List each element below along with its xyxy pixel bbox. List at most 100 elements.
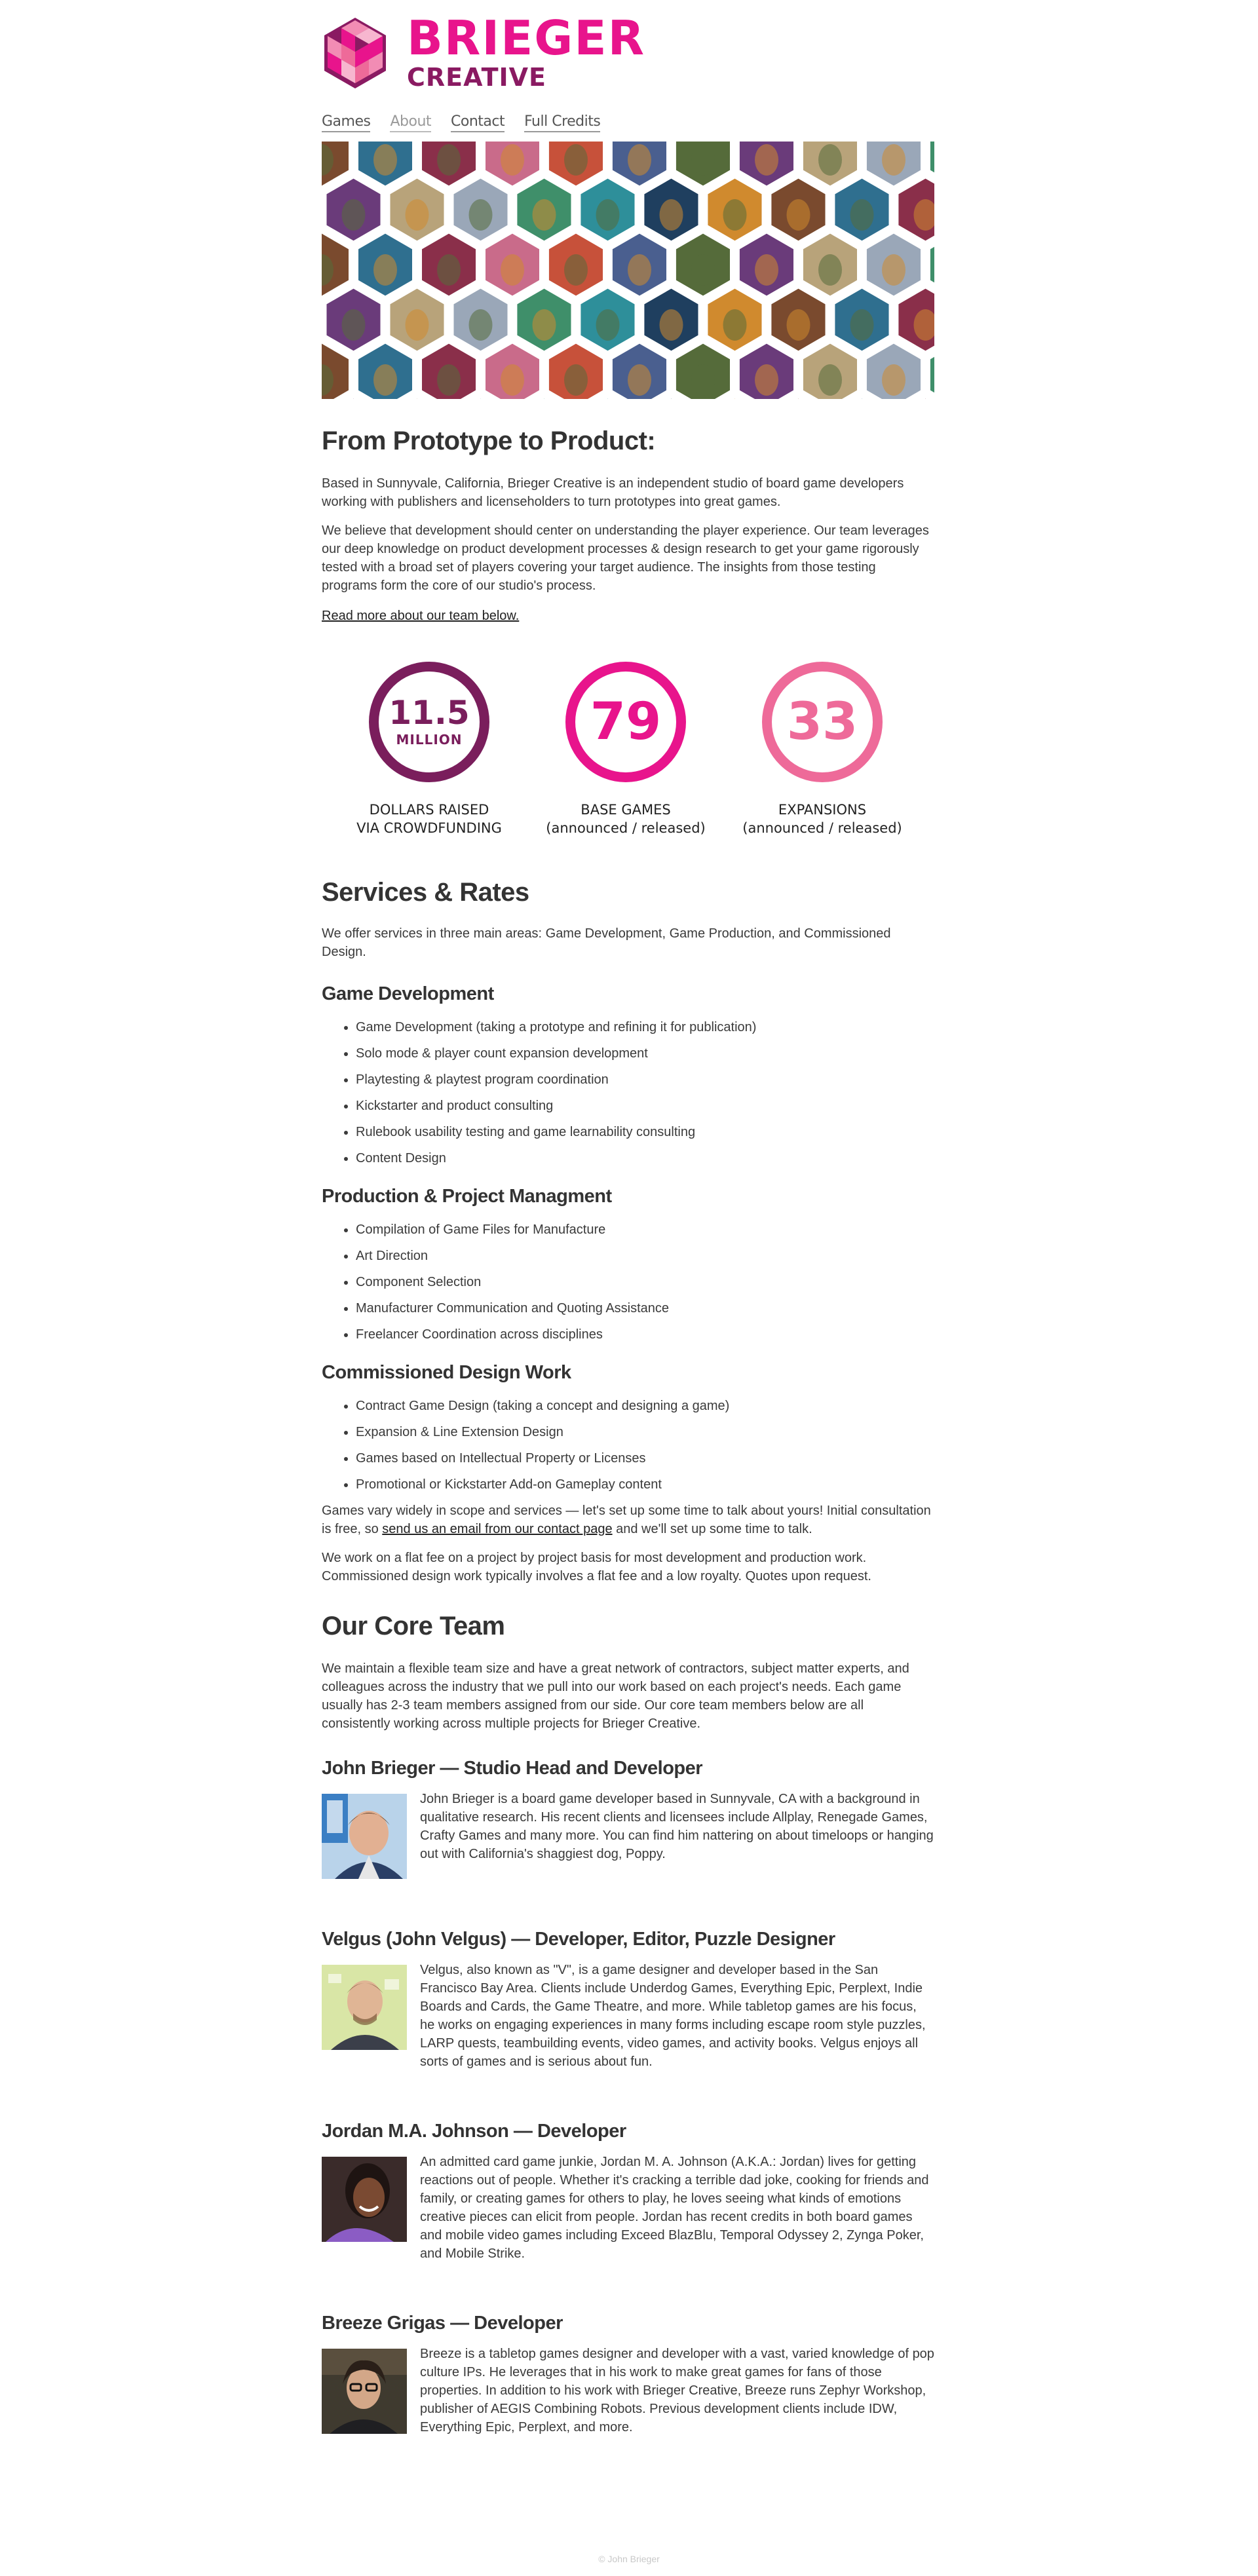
list-item: Expansion & Line Extension Design xyxy=(356,1423,934,1441)
member-photo xyxy=(322,2349,407,2434)
banner-hex-art xyxy=(468,199,493,231)
service-list-production: Compilation of Game Files for Manufactur… xyxy=(322,1221,934,1344)
banner-hex-art xyxy=(501,254,524,286)
banner-hex-art xyxy=(501,144,524,176)
stat-number: 11.5 xyxy=(389,694,470,732)
list-item: Art Direction xyxy=(356,1247,934,1265)
brand-name: BRIEGER xyxy=(407,10,646,66)
banner-hex-art xyxy=(659,199,683,231)
banner-hex-art xyxy=(723,309,747,341)
service-group-title: Production & Project Managment xyxy=(322,1186,612,1207)
banner-hex-art xyxy=(659,309,683,341)
services-intro: We offer services in three main areas: G… xyxy=(322,926,891,959)
service-list-commissioned: Contract Game Design (taking a concept a… xyxy=(322,1397,934,1494)
game-art-banner xyxy=(322,142,934,399)
member-bio: Velgus, also known as "V", is a game des… xyxy=(420,1963,926,2069)
banner-hex-art xyxy=(437,364,461,396)
list-item: Content Design xyxy=(356,1149,934,1167)
banner-hex-art xyxy=(532,199,556,231)
service-list-development: Game Development (taking a prototype and… xyxy=(322,1018,934,1167)
stat-base-games: 79 BASE GAMES (announced / released) xyxy=(527,662,724,837)
team-member-breeze: Breeze is a tabletop games designer and … xyxy=(322,2347,934,2436)
list-item: Promotional or Kickstarter Add-on Gamepl… xyxy=(356,1475,934,1494)
stat-circle: 79 xyxy=(565,662,686,782)
stat-label-line1: EXPANSIONS xyxy=(778,802,867,818)
intro-paragraph-1: Based in Sunnyvale, California, Brieger … xyxy=(322,476,904,509)
brand-logo[interactable]: BRIEGER CREATIVE xyxy=(322,14,934,92)
banner-hex-art xyxy=(818,144,842,176)
nav-games-link[interactable]: Games xyxy=(322,113,371,132)
banner-hex-art xyxy=(786,199,810,231)
banner-hex-art xyxy=(691,364,715,396)
banner-hex-art xyxy=(468,309,493,341)
team-member-velgus: Velgus, also known as "V", is a game des… xyxy=(322,1963,934,2071)
banner-hex-art xyxy=(373,254,397,286)
contact-page-link[interactable]: send us an email from our contact page xyxy=(382,1522,612,1536)
member-bio: Breeze is a tabletop games designer and … xyxy=(420,2347,934,2434)
list-item: Manufacturer Communication and Quoting A… xyxy=(356,1299,934,1317)
member-photo xyxy=(322,1965,407,2050)
banner-hex-art xyxy=(691,144,715,176)
stat-label-line2: VIA CROWDFUNDING xyxy=(356,820,502,836)
stat-label: DOLLARS RAISED VIA CROWDFUNDING xyxy=(356,801,502,837)
banner-hex-art xyxy=(628,254,651,286)
stat-label-line2: (announced / released) xyxy=(546,820,706,836)
banner-hex-art xyxy=(341,199,366,231)
member-bio: John Brieger is a board game developer b… xyxy=(420,1792,934,1861)
footer-copyright: © John Brieger xyxy=(598,2554,660,2564)
stat-unit: MILLION xyxy=(396,732,463,748)
stat-label-line1: BASE GAMES xyxy=(581,802,671,818)
list-item: Game Development (taking a prototype and… xyxy=(356,1018,934,1036)
banner-hex-art xyxy=(755,254,778,286)
stat-crowdfunding: 11.5 MILLION DOLLARS RAISED VIA CROWDFUN… xyxy=(331,662,527,837)
banner-hex-art xyxy=(628,364,651,396)
nav-contact-link[interactable]: Contact xyxy=(451,113,505,132)
team-heading: Our Core Team xyxy=(322,1612,505,1640)
stat-label: BASE GAMES (announced / released) xyxy=(546,801,705,837)
banner-hex-art xyxy=(882,254,905,286)
list-item: Rulebook usability testing and game lear… xyxy=(356,1123,934,1141)
banner-hex-art xyxy=(596,309,620,341)
banner-hex-art xyxy=(818,254,842,286)
list-item: Games based on Intellectual Property or … xyxy=(356,1449,934,1468)
banner-hex-art xyxy=(373,364,397,396)
banner-hex-art xyxy=(628,144,651,176)
scope-text-end: and we'll set up some time to talk. xyxy=(612,1522,812,1536)
nav-about-link[interactable]: About xyxy=(390,113,432,132)
member-name: Jordan M.A. Johnson — Developer xyxy=(322,2121,626,2142)
banner-hex-art xyxy=(723,199,747,231)
list-item: Kickstarter and product consulting xyxy=(356,1097,934,1115)
service-group-title: Commissioned Design Work xyxy=(322,1362,571,1383)
service-group-title: Game Development xyxy=(322,983,494,1004)
brand-subtitle: CREATIVE xyxy=(407,63,546,92)
banner-hex-art xyxy=(405,199,429,231)
list-item: Playtesting & playtest program coordinat… xyxy=(356,1070,934,1089)
banner-hex-art xyxy=(755,364,778,396)
page-content: BRIEGER CREATIVE Games About Contact Ful… xyxy=(322,14,934,2436)
intro-paragraph-2: We believe that development should cente… xyxy=(322,523,929,593)
banner-hex-art xyxy=(882,144,905,176)
banner-hex-art xyxy=(405,309,429,341)
rates-paragraph: We work on a flat fee on a project by pr… xyxy=(322,1551,871,1583)
team-member-jordan: An admitted card game junkie, Jordan M. … xyxy=(322,2155,934,2263)
stat-label-line1: DOLLARS RAISED xyxy=(369,802,489,818)
banner-hex-art xyxy=(501,364,524,396)
banner-hex-art xyxy=(564,254,588,286)
team-intro: We maintain a flexible team size and hav… xyxy=(322,1661,909,1731)
member-photo xyxy=(322,1794,407,1879)
list-item: Compilation of Game Files for Manufactur… xyxy=(356,1221,934,1239)
banner-hex-art xyxy=(850,309,874,341)
team-member-john: John Brieger is a board game developer b… xyxy=(322,1792,934,1879)
banner-hex-art xyxy=(850,199,874,231)
stat-expansions: 33 EXPANSIONS (announced / released) xyxy=(724,662,921,837)
banner-hex-art xyxy=(437,254,461,286)
stat-number: 33 xyxy=(786,692,858,751)
main-nav: Games About Contact Full Credits xyxy=(322,110,934,132)
team-link[interactable]: Read more about our team below. xyxy=(322,609,519,623)
banner-hex-art xyxy=(437,144,461,176)
nav-full-credits-link[interactable]: Full Credits xyxy=(524,113,601,132)
banner-hex-art xyxy=(373,144,397,176)
banner-hex-art xyxy=(564,364,588,396)
stat-label: EXPANSIONS (announced / released) xyxy=(742,801,902,837)
stat-number: 79 xyxy=(590,692,662,751)
